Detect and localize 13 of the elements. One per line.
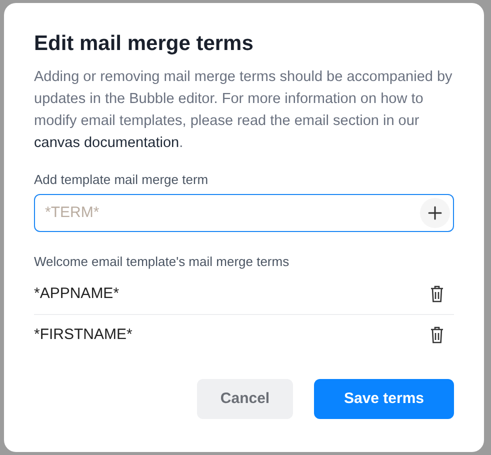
save-button[interactable]: Save terms [314,379,454,420]
cancel-button[interactable]: Cancel [197,379,293,420]
section-label: Welcome email template's mail merge terms [34,252,290,271]
trash-icon [430,326,444,344]
term-input-field[interactable]: *TERM* [34,194,454,232]
plus-icon [428,206,442,220]
term-name: *FIRSTNAME* [34,324,132,345]
documentation-link[interactable]: canvas documentation [34,135,180,152]
description-text: Adding or removing mail merge terms should be accompanied by updates in the Bubble editor. For more information on how to modify email templates, please read the email section in our canvas documentation. [34,68,454,154]
field-label: Add template mail merge term [34,171,210,190]
term-name: *APPNAME* [34,284,120,304]
dialog-title: Edit mail merge terms [34,31,254,56]
trash-icon [430,285,444,304]
